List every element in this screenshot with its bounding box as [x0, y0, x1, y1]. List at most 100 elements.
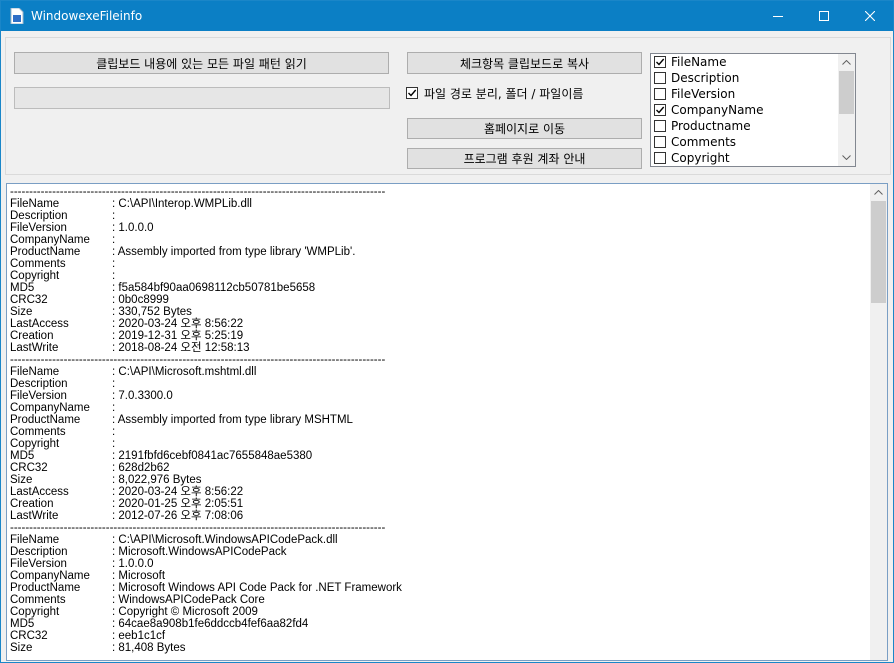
info-value: : C:\API\Microsoft.WindowsAPICodePack.dl…: [112, 534, 338, 546]
info-key: Copyright: [10, 438, 60, 450]
info-key: Copyright: [10, 270, 60, 282]
info-row: CompanyName:: [10, 234, 870, 246]
info-key: Description: [10, 378, 68, 390]
minimize-icon: [773, 16, 783, 17]
field-option-comments[interactable]: Comments: [653, 134, 839, 150]
info-value: : 2020-03-24 오후 8:56:22: [112, 486, 244, 498]
info-key: CompanyName: [10, 402, 90, 414]
minimize-button[interactable]: [755, 1, 801, 31]
field-option-fileversion[interactable]: FileVersion: [653, 86, 839, 102]
info-row: Description:: [10, 378, 870, 390]
copy-checked-button[interactable]: 체크항목 클립보드로 복사: [407, 52, 642, 74]
field-checkbox[interactable]: [654, 72, 666, 84]
field-option-label: Description: [671, 71, 740, 85]
info-key: CompanyName: [10, 234, 90, 246]
info-row: Description:: [10, 210, 870, 222]
info-key: ProductName: [10, 582, 81, 594]
field-option-filename[interactable]: FileName: [653, 54, 839, 70]
maximize-icon: [819, 11, 829, 21]
field-checkbox[interactable]: [654, 136, 666, 148]
info-key: LastAccess: [10, 486, 69, 498]
maximize-button[interactable]: [801, 1, 847, 31]
info-row: MD5: 2191fbfd6cebf0841ac7655848ae5380: [10, 450, 870, 462]
info-key: Copyright: [10, 606, 60, 618]
info-value: : 8,022,976 Bytes: [112, 474, 202, 486]
info-row: Size : 8,022,976 Bytes: [10, 474, 870, 486]
info-value: : 7.0.3300.0: [112, 390, 173, 402]
info-value: : 1.0.0.0: [112, 222, 154, 234]
info-value: : eeb1c1cf: [112, 630, 166, 642]
info-key: Comments: [10, 594, 66, 606]
donate-button[interactable]: 프로그램 후원 계좌 안내: [407, 148, 642, 169]
field-checkbox[interactable]: [654, 120, 666, 132]
split-path-checkbox[interactable]: [406, 87, 418, 99]
field-option-productname[interactable]: Productname: [653, 118, 839, 134]
info-key: FileVersion: [10, 390, 67, 402]
info-value: : 2019-12-31 오후 5:25:19: [112, 330, 244, 342]
info-row: CompanyName:: [10, 402, 870, 414]
info-row: LastWrite: 2012-07-26 오후 7:08:06: [10, 510, 870, 522]
info-row: FileVersion: 1.0.0.0: [10, 558, 870, 570]
field-option-label: Copyright: [671, 151, 730, 165]
field-list-scrollbar[interactable]: [838, 54, 855, 166]
title-bar[interactable]: WindowexeFileinfo: [1, 1, 893, 31]
info-row: MD5: f5a584bf90aa0698112cb50781be5658: [10, 282, 870, 294]
info-row: Creation: 2019-12-31 오후 5:25:19: [10, 330, 870, 342]
info-row: Copyright:: [10, 438, 870, 450]
checkmark-icon: [656, 58, 665, 66]
info-row: Creation: 2020-01-25 오후 2:05:51: [10, 498, 870, 510]
info-key: MD5: [10, 618, 35, 630]
info-row: CRC32 : 0b0c8999: [10, 294, 870, 306]
info-value: : Microsoft Windows API Code Pack for .N…: [112, 582, 402, 594]
close-button[interactable]: [847, 1, 893, 31]
file-info-text[interactable]: ----------------------------------------…: [10, 186, 870, 654]
scroll-down-arrow-icon[interactable]: [838, 149, 855, 166]
info-value: : 64cae8a908b1fe6ddccb4fef6aa82fd4: [112, 618, 309, 630]
info-key: ProductName: [10, 414, 81, 426]
checkmark-icon: [408, 89, 417, 97]
field-list-scroll-thumb[interactable]: [839, 71, 854, 114]
info-row: Size: 81,408 Bytes: [10, 642, 870, 654]
info-key: Size: [10, 474, 33, 486]
info-row: MD5 : 64cae8a908b1fe6ddccb4fef6aa82fd4: [10, 618, 870, 630]
scroll-up-arrow-icon[interactable]: [838, 54, 855, 71]
field-checkbox[interactable]: [654, 88, 666, 100]
output-scrollbar[interactable]: [870, 184, 887, 660]
info-value: : C:\API\Microsoft.mshtml.dll: [112, 366, 257, 378]
info-row: LastWrite: 2018-08-24 오전 12:58:13: [10, 342, 870, 354]
read-clipboard-button[interactable]: 클립보드 내용에 있는 모든 파일 패턴 읽기: [14, 52, 389, 74]
info-value: : Assembly imported from type library MS…: [112, 414, 353, 426]
info-row: Comments: WindowsAPICodePack Core: [10, 594, 870, 606]
field-option-label: CompanyName: [671, 103, 764, 117]
field-checkbox[interactable]: [654, 104, 666, 116]
info-value: : 2020-01-25 오후 2:05:51: [112, 498, 244, 510]
window-title: WindowexeFileinfo: [31, 9, 143, 23]
info-value: : f5a584bf90aa0698112cb50781be5658: [112, 282, 316, 294]
field-checkbox[interactable]: [654, 56, 666, 68]
info-value: : Copyright © Microsoft 2009: [112, 606, 258, 618]
field-option-companyname[interactable]: CompanyName: [653, 102, 839, 118]
info-key: Size: [10, 642, 33, 654]
output-scroll-up-icon[interactable]: [870, 184, 887, 201]
output-scroll-thumb[interactable]: [871, 201, 886, 303]
field-checkbox[interactable]: [654, 152, 666, 164]
info-row: Copyright : Copyright © Microsoft 2009: [10, 606, 870, 618]
info-value: : 0b0c8999: [112, 294, 169, 306]
info-value: : Assembly imported from type library 'W…: [112, 246, 356, 258]
info-row: Comments:: [10, 258, 870, 270]
info-value: : Microsoft: [112, 570, 166, 582]
record-separator: ----------------------------------------…: [10, 186, 386, 198]
info-value: : 2191fbfd6cebf0841ac7655848ae5380: [112, 450, 313, 462]
info-key: CRC32: [10, 294, 48, 306]
homepage-button[interactable]: 홈페이지로 이동: [407, 118, 642, 139]
info-value: :: [112, 270, 116, 282]
info-key: ProductName: [10, 246, 81, 258]
info-row: FileName: C:\API\Microsoft.mshtml.dll: [10, 366, 870, 378]
info-value: : 1.0.0.0: [112, 558, 154, 570]
field-option-copyright[interactable]: Copyright: [653, 150, 839, 166]
field-checklist[interactable]: FileName Description FileVersion CompanyNam…: [650, 53, 856, 167]
info-key: CRC32: [10, 462, 48, 474]
file-info-output[interactable]: ----------------------------------------…: [6, 183, 888, 661]
info-row: FileVersion: 1.0.0.0: [10, 222, 870, 234]
field-option-description[interactable]: Description: [653, 70, 839, 86]
